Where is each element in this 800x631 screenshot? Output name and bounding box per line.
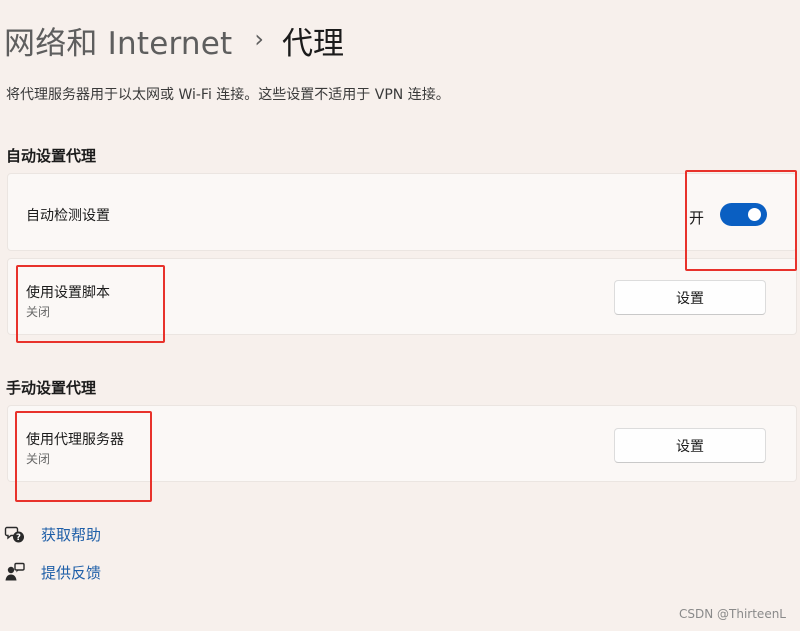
breadcrumb-parent-link[interactable]: 网络和 Internet <box>4 18 232 63</box>
auto-proxy-heading: 自动设置代理 <box>6 147 97 165</box>
annotation-box-proxy-server <box>15 411 152 502</box>
setup-script-button[interactable]: 设置 <box>614 280 766 315</box>
page-title: 代理 <box>281 25 344 62</box>
auto-detect-card: 自动检测设置 开 <box>7 173 797 251</box>
proxy-server-setup-button[interactable]: 设置 <box>614 428 766 463</box>
help-link-row[interactable]: ? 获取帮助 <box>4 521 101 547</box>
breadcrumb: 网络和 Internet › 代理 <box>4 18 344 62</box>
chevron-right-icon: › <box>254 25 264 53</box>
csdn-watermark: CSDN @ThirteenL <box>679 607 786 621</box>
manual-proxy-heading: 手动设置代理 <box>6 379 97 397</box>
annotation-box-toggle <box>685 170 797 271</box>
annotation-box-script <box>16 265 165 343</box>
auto-detect-label: 自动检测设置 <box>26 208 110 224</box>
feedback-link-row[interactable]: 提供反馈 <box>4 559 101 585</box>
give-feedback-link[interactable]: 提供反馈 <box>41 562 101 583</box>
svg-text:?: ? <box>16 533 21 543</box>
page-description: 将代理服务器用于以太网或 Wi-Fi 连接。这些设置不适用于 VPN 连接。 <box>6 87 450 103</box>
help-chat-icon: ? <box>4 523 26 545</box>
feedback-icon <box>4 561 26 583</box>
get-help-link[interactable]: 获取帮助 <box>41 524 101 545</box>
